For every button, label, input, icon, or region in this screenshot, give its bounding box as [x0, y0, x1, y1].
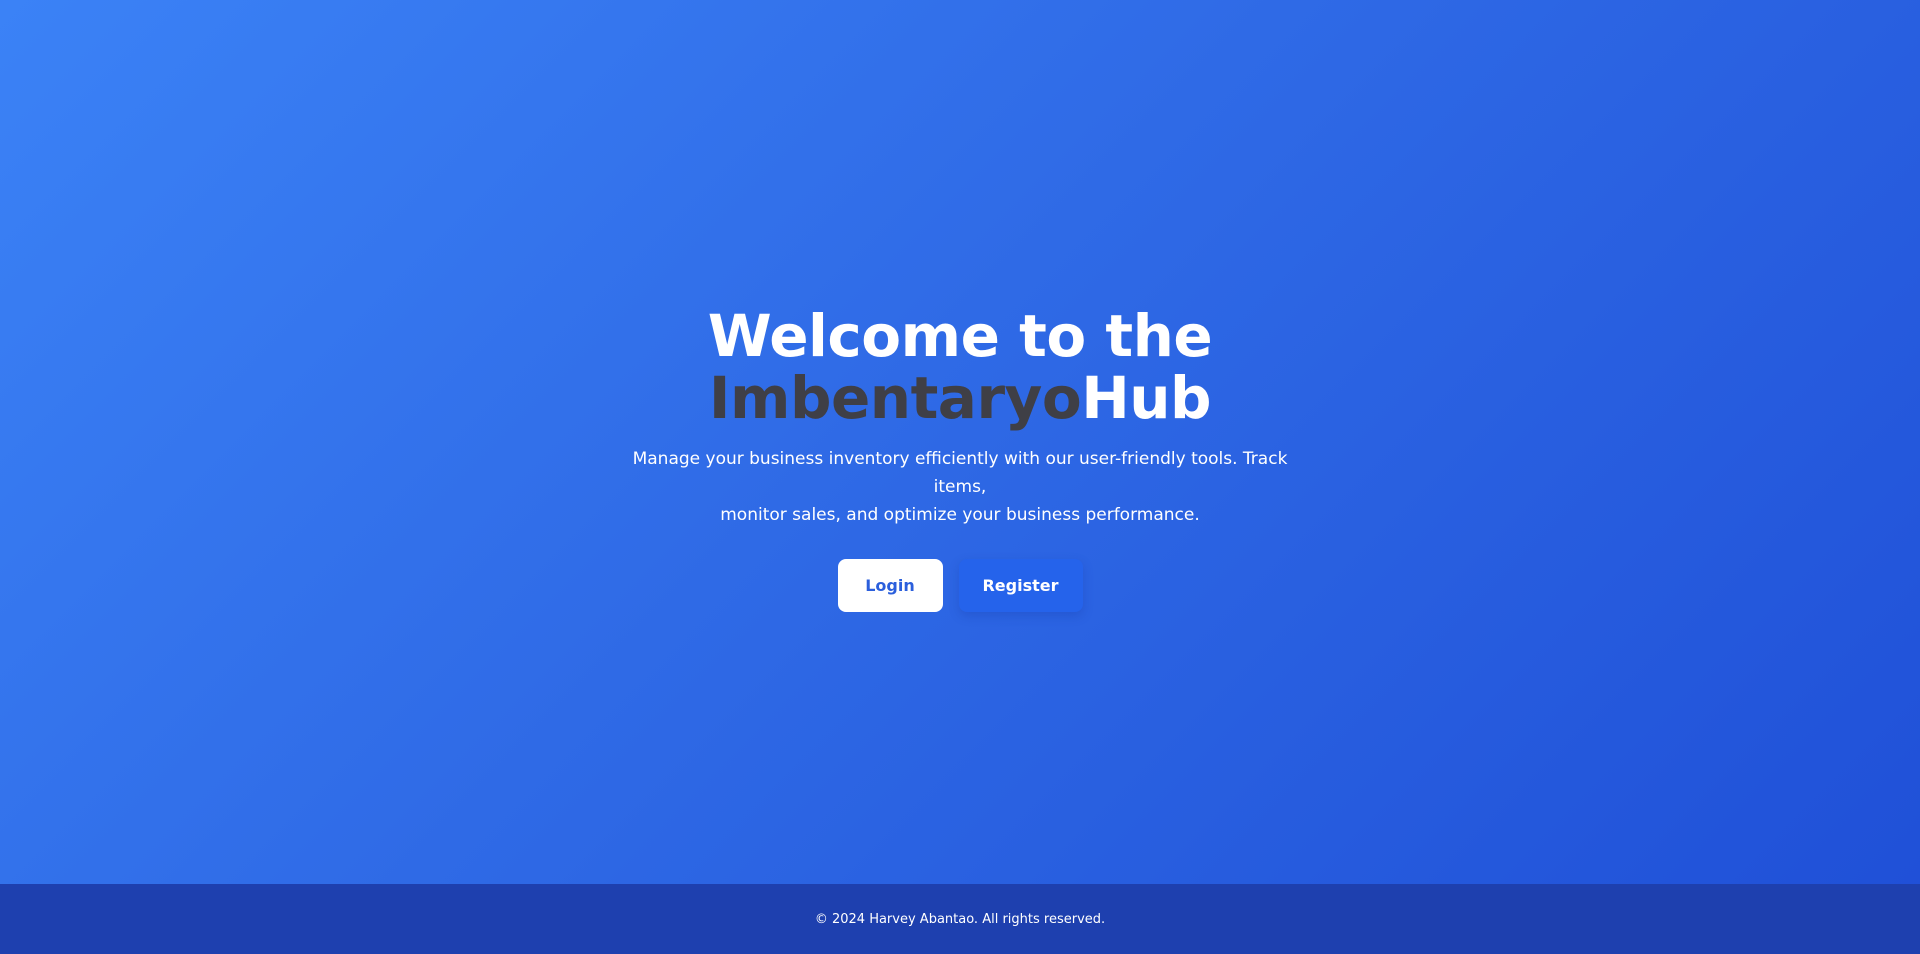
- page-title: Welcome to the ImbentaryoHub: [707, 302, 1213, 429]
- hero-description: Manage your business inventory efficient…: [620, 445, 1300, 529]
- register-button[interactable]: Register: [958, 559, 1083, 612]
- copyright-text: © 2024 Harvey Abantao. All rights reserv…: [814, 911, 1106, 927]
- hero-actions: Login Register: [837, 559, 1083, 612]
- brand-name-part-1: Imbentaryo: [708, 364, 1082, 432]
- footer: © 2024 Harvey Abantao. All rights reserv…: [0, 884, 1920, 954]
- brand-name: ImbentaryoHub: [708, 367, 1212, 429]
- brand-name-part-2: Hub: [1081, 364, 1212, 432]
- login-button[interactable]: Login: [837, 559, 943, 612]
- hero-description-line-2: monitor sales, and optimize your busines…: [720, 505, 1200, 525]
- hero-section: Welcome to the ImbentaryoHub Manage your…: [0, 0, 1920, 884]
- landing-page: Welcome to the ImbentaryoHub Manage your…: [0, 0, 1920, 954]
- hero-description-line-1: Manage your business inventory efficient…: [632, 449, 1288, 497]
- headline-welcome: Welcome to the: [707, 302, 1213, 370]
